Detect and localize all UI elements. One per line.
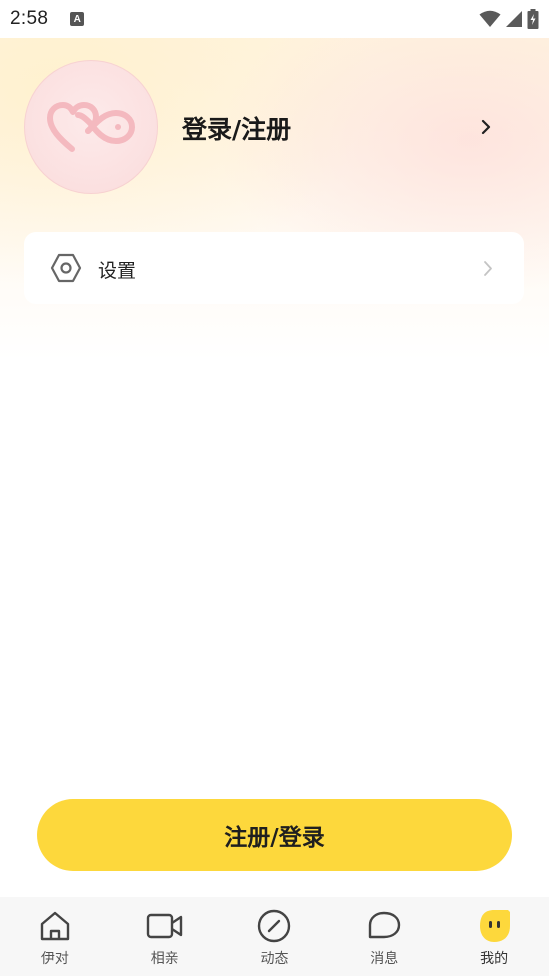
cellular-signal-icon	[506, 11, 522, 27]
logo-heart-infinity-icon	[47, 102, 135, 152]
face-avatar-icon	[480, 910, 511, 942]
settings-label: 设置	[98, 260, 137, 282]
status-icons	[479, 9, 539, 29]
message-bubble-icon	[369, 911, 401, 939]
tab-moments[interactable]: 动态	[220, 897, 330, 976]
register-login-button[interactable]: 注册/登录	[37, 799, 512, 871]
notification-a-icon: A	[70, 12, 85, 26]
home-icon	[40, 911, 70, 941]
chevron-right-icon	[484, 261, 492, 276]
battery-icon	[527, 9, 539, 29]
tab-home[interactable]: 伊对	[0, 897, 110, 976]
bottom-nav: 伊对 相亲 动态 消息 我的	[0, 897, 549, 976]
tab-moments-label: 动态	[260, 951, 289, 967]
compass-icon	[258, 909, 291, 943]
settings-hexagon-icon	[50, 253, 82, 283]
tab-messages-label: 消息	[370, 951, 399, 967]
wifi-icon	[479, 10, 501, 27]
app-screen: 2:58 A 登录/注册 设置 注册/登录 伊对 相亲 动态 消息 我的	[0, 0, 549, 976]
chevron-right-icon[interactable]	[478, 117, 494, 137]
avatar[interactable]	[24, 60, 158, 194]
status-time: 2:58	[10, 8, 49, 29]
tab-mine-label: 我的	[480, 951, 509, 967]
status-bar: 2:58 A	[0, 0, 549, 38]
tab-mine[interactable]: 我的	[439, 897, 549, 976]
login-register-link[interactable]: 登录/注册	[182, 110, 291, 146]
tab-home-label: 伊对	[40, 951, 69, 967]
tab-matchmaking[interactable]: 相亲	[110, 897, 220, 976]
tab-messages[interactable]: 消息	[329, 897, 439, 976]
tab-matchmaking-label: 相亲	[150, 951, 179, 967]
video-camera-icon	[146, 913, 182, 939]
